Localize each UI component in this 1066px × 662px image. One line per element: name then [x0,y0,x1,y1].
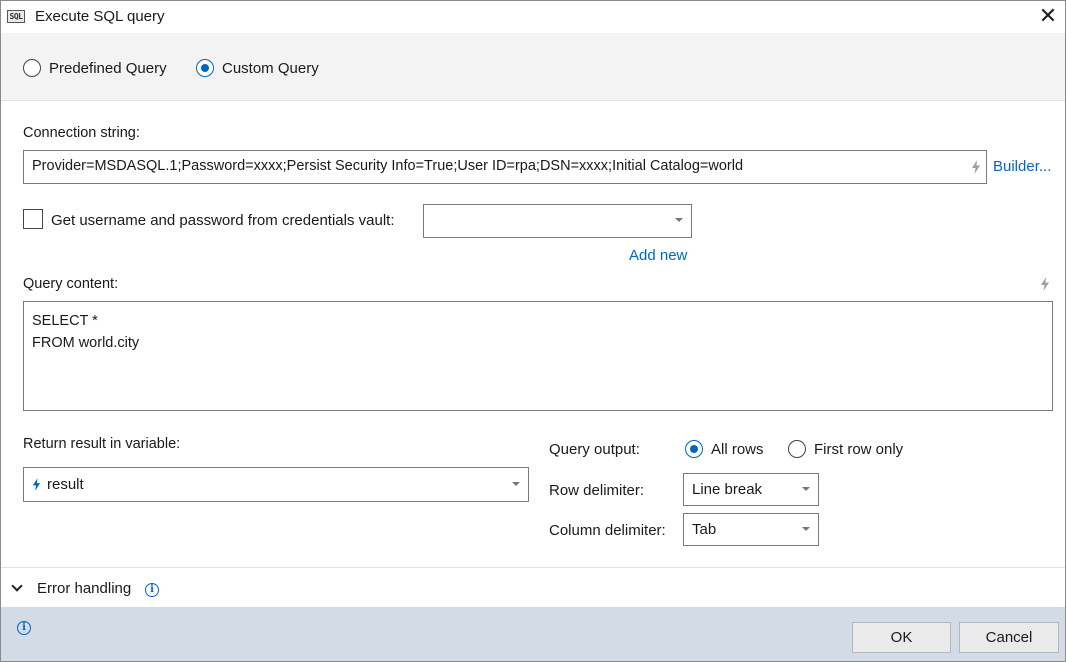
chevron-down-icon [802,486,810,491]
cancel-button[interactable]: Cancel [959,622,1059,653]
radio-button[interactable] [685,440,703,458]
radio-button[interactable] [788,440,806,458]
query-output-label: Query output: [549,441,640,458]
query-content-label: Query content: [23,276,119,292]
chevron-down-icon[interactable] [11,580,23,592]
query-content-editor[interactable]: SELECT * FROM world.city [23,301,1053,411]
row-delimiter-label: Row delimiter: [549,482,645,499]
column-delimiter-value: Tab [692,521,717,538]
credentials-vault-dropdown[interactable] [423,204,692,238]
column-delimiter-label: Column delimiter: [549,522,666,539]
connection-string-label: Connection string: [23,125,140,141]
radio-label: Custom Query [222,59,319,77]
ok-button[interactable]: OK [852,622,951,653]
return-result-label: Return result in variable: [23,436,181,452]
radio-first-row-only[interactable]: First row only [788,440,903,458]
radio-label: All rows [711,440,764,458]
result-variable-value: result [47,476,84,493]
radio-button[interactable] [196,59,214,77]
error-handling-label[interactable]: Error handling [37,580,131,597]
radio-label: First row only [814,440,904,458]
row-delimiter-value: Line break [692,481,763,498]
radio-button[interactable] [23,59,41,77]
lightning-bolt-icon [32,478,41,491]
connection-string-value: Provider=MSDASQL.1;Password=xxxx;Persist… [32,158,744,174]
radio-label: Predefined Query [49,59,167,77]
chevron-down-icon [802,526,810,531]
query-mode-bar: Predefined Query Custom Query [1,33,1065,101]
error-handling-section[interactable]: Error handling i [1,567,1065,607]
info-icon[interactable]: i [17,621,31,635]
execute-sql-dialog: SQL Execute SQL query ✕ Predefined Query… [0,0,1066,662]
info-icon[interactable]: i [145,583,159,597]
add-new-link[interactable]: Add new [629,247,687,264]
row-delimiter-dropdown[interactable]: Line break [683,473,819,506]
sql-app-icon: SQL [7,10,25,23]
credentials-vault-checkbox[interactable] [23,209,43,229]
dialog-footer: i OK Cancel [1,607,1065,661]
radio-all-rows[interactable]: All rows [685,440,764,458]
close-icon[interactable]: ✕ [1035,3,1061,29]
builder-link[interactable]: Builder... [993,158,1051,175]
radio-predefined-query[interactable]: Predefined Query [23,59,167,77]
lightning-bolt-icon[interactable] [971,160,981,174]
title-bar: SQL Execute SQL query ✕ [1,1,1065,33]
chevron-down-icon [675,218,683,222]
result-variable-dropdown[interactable]: result [23,467,529,502]
credentials-vault-label: Get username and password from credentia… [51,212,395,229]
connection-string-input[interactable]: Provider=MSDASQL.1;Password=xxxx;Persist… [23,150,987,184]
chevron-down-icon [512,481,520,486]
window-title: Execute SQL query [35,8,165,25]
lightning-bolt-icon[interactable] [1040,277,1050,291]
radio-custom-query[interactable]: Custom Query [196,59,319,77]
column-delimiter-dropdown[interactable]: Tab [683,513,819,546]
